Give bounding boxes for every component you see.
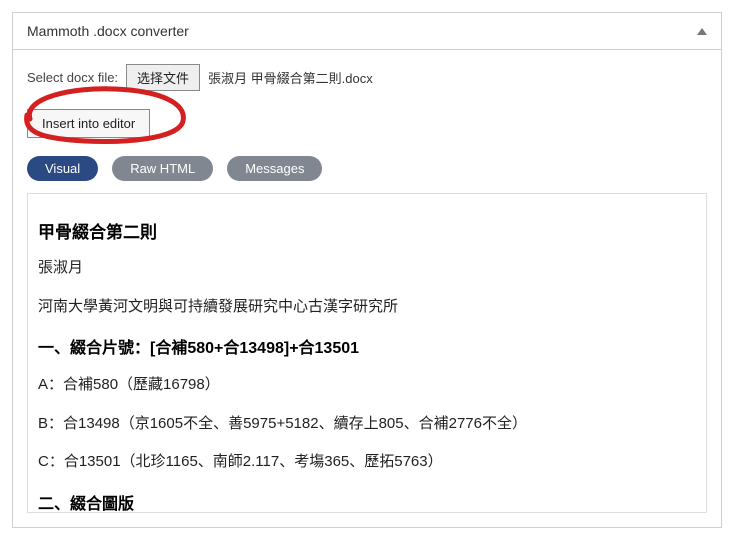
doc-author: 張淑月 [38, 257, 690, 280]
doc-line-a: A：合補580（歷藏16798） [38, 374, 690, 397]
tab-visual[interactable]: Visual [27, 156, 98, 181]
converter-panel: Mammoth .docx converter Select docx file… [12, 12, 722, 528]
insert-into-editor-button[interactable]: Insert into editor [27, 109, 150, 138]
tab-raw-html[interactable]: Raw HTML [112, 156, 213, 181]
panel-body: Select docx file: 选择文件 張淑月 甲骨綴合第二則.docx … [13, 50, 721, 527]
doc-line-b: B：合13498（京1605不全、善5975+5182、續存上805、合補277… [38, 413, 690, 436]
panel-title: Mammoth .docx converter [27, 23, 189, 39]
collapse-toggle-icon[interactable] [697, 28, 707, 35]
doc-title: 甲骨綴合第二則 [38, 218, 690, 243]
doc-section-2: 二、綴合圖版 [38, 490, 690, 514]
tab-messages[interactable]: Messages [227, 156, 322, 181]
selected-file-name: 張淑月 甲骨綴合第二則.docx [208, 68, 373, 87]
choose-file-button[interactable]: 选择文件 [126, 64, 200, 91]
preview-scroll-area[interactable]: 甲骨綴合第二則 張淑月 河南大學黃河文明與可持續發展研究中心古漢字研究所 一、綴… [27, 193, 707, 513]
doc-line-c: C：合13501（北珍1165、南師2.117、考塲365、歷拓5763） [38, 451, 690, 474]
doc-section-1: 一、綴合片號：[合補580+合13498]+合13501 [38, 334, 690, 358]
file-select-row: Select docx file: 选择文件 張淑月 甲骨綴合第二則.docx [27, 64, 707, 91]
doc-affiliation: 河南大學黃河文明與可持續發展研究中心古漢字研究所 [38, 296, 690, 319]
preview-tabs: Visual Raw HTML Messages [27, 156, 707, 181]
insert-button-wrap: Insert into editor [27, 109, 150, 138]
panel-header: Mammoth .docx converter [13, 13, 721, 50]
document-preview: 甲骨綴合第二則 張淑月 河南大學黃河文明與可持續發展研究中心古漢字研究所 一、綴… [38, 218, 690, 513]
file-select-label: Select docx file: [27, 70, 118, 85]
